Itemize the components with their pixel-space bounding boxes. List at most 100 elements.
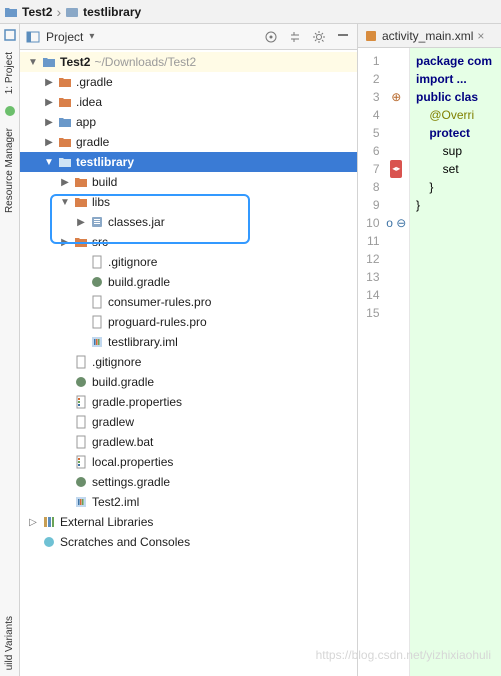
expand-arrow-icon[interactable]: ▼ xyxy=(44,157,54,168)
line-numbers: 123 456 789 101112 131415 xyxy=(358,48,384,676)
tree-item-label: consumer-rules.pro xyxy=(108,295,211,309)
editor-tabs: activity_main.xml × xyxy=(358,24,501,48)
tree-item-testlibrary-iml[interactable]: testlibrary.iml xyxy=(20,332,357,352)
tree-item-app[interactable]: ▶ app xyxy=(20,112,357,132)
override-marker-icon[interactable]: o ⊖ xyxy=(386,214,408,232)
project-panel-title[interactable]: Project xyxy=(46,30,83,44)
rail-tab-resource-manager[interactable]: Resource Manager xyxy=(2,122,17,219)
tree-item-path: ~/Downloads/Test2 xyxy=(94,55,196,69)
tree-item-label: gradle xyxy=(76,135,109,149)
expand-arrow-icon[interactable]: ▶ xyxy=(44,97,54,108)
main-area: 1: Project Resource Manager uild Variant… xyxy=(0,24,501,676)
folder-icon xyxy=(58,75,72,89)
tree-item-proguard-rules[interactable]: proguard-rules.pro xyxy=(20,312,357,332)
hide-panel-icon[interactable] xyxy=(335,29,351,45)
expand-fold-icon[interactable]: ⊕ xyxy=(386,88,408,106)
expand-arrow-icon[interactable]: ▼ xyxy=(60,197,70,208)
breadcrumb-root[interactable]: Test2 xyxy=(22,5,52,19)
folder-icon xyxy=(4,5,18,19)
tree-item-build[interactable]: ▶ build xyxy=(20,172,357,192)
tree-item-label: build.gradle xyxy=(92,375,154,389)
close-icon[interactable]: × xyxy=(477,29,484,43)
tab-activity-main[interactable]: activity_main.xml × xyxy=(364,29,484,43)
tree-item-label: testlibrary.iml xyxy=(108,335,178,349)
tree-root[interactable]: ▼ Test2 ~/Downloads/Test2 xyxy=(20,52,357,72)
tree-item-label: proguard-rules.pro xyxy=(108,315,207,329)
file-icon xyxy=(90,315,104,329)
tree-item-idea-dir[interactable]: ▶ .idea xyxy=(20,92,357,112)
expand-arrow-icon[interactable]: ▶ xyxy=(76,217,86,228)
editor-gutter: 123 456 789 101112 131415 ⊕ ◂▸ o ⊖ xyxy=(358,48,410,676)
expand-arrow-icon[interactable]: ▶ xyxy=(60,177,70,188)
project-icon[interactable] xyxy=(3,28,17,42)
libraries-icon xyxy=(42,515,56,529)
tree-item-build-gradle[interactable]: build.gradle xyxy=(20,272,357,292)
tree-item-local-properties[interactable]: local.properties xyxy=(20,452,357,472)
project-tree[interactable]: ▼ Test2 ~/Downloads/Test2 ▶ .gradle ▶ .i… xyxy=(20,50,357,676)
editor-body: 123 456 789 101112 131415 ⊕ ◂▸ o ⊖ packa… xyxy=(358,48,501,676)
scratches-icon xyxy=(42,535,56,549)
tree-item-settings-gradle[interactable]: settings.gradle xyxy=(20,472,357,492)
tree-item-label: local.properties xyxy=(92,455,173,469)
properties-file-icon xyxy=(74,395,88,409)
tree-item-gradle[interactable]: ▶ gradle xyxy=(20,132,357,152)
rail-tab-build-variants[interactable]: uild Variants xyxy=(2,610,17,676)
tree-item-label: build.gradle xyxy=(108,275,170,289)
project-panel-header: Project ▾ xyxy=(20,24,357,50)
file-icon xyxy=(74,355,88,369)
module-icon xyxy=(58,155,72,169)
expand-arrow-icon[interactable]: ▶ xyxy=(44,117,54,128)
tree-item-label: Scratches and Consoles xyxy=(60,535,190,549)
folder-icon xyxy=(74,195,88,209)
project-root-icon xyxy=(42,55,56,69)
resource-manager-icon[interactable] xyxy=(3,104,17,118)
folder-icon xyxy=(58,135,72,149)
tree-item-label: classes.jar xyxy=(108,215,165,229)
dropdown-arrow-icon[interactable]: ▾ xyxy=(89,31,94,42)
tree-item-gradle-dir[interactable]: ▶ .gradle xyxy=(20,72,357,92)
file-icon xyxy=(90,295,104,309)
tree-item-root-gitignore[interactable]: .gitignore xyxy=(20,352,357,372)
tree-item-label: gradlew xyxy=(92,415,134,429)
gear-icon[interactable] xyxy=(311,29,327,45)
expand-arrow-icon[interactable]: ▷ xyxy=(28,517,38,528)
expand-arrow-icon[interactable]: ▼ xyxy=(28,57,38,68)
tree-item-gradlew[interactable]: gradlew xyxy=(20,412,357,432)
gutter-marks: ⊕ ◂▸ o ⊖ xyxy=(384,48,410,676)
gradle-file-icon xyxy=(74,475,88,489)
tree-item-libs[interactable]: ▼ libs xyxy=(20,192,357,212)
collapse-all-icon[interactable] xyxy=(287,29,303,45)
left-tool-rail: 1: Project Resource Manager uild Variant… xyxy=(0,24,20,676)
tree-item-scratches[interactable]: Scratches and Consoles xyxy=(20,532,357,552)
rail-tab-project[interactable]: 1: Project xyxy=(2,46,17,100)
tree-item-src[interactable]: ▶ src xyxy=(20,232,357,252)
tree-item-consumer-rules[interactable]: consumer-rules.pro xyxy=(20,292,357,312)
tree-item-label: .gitignore xyxy=(92,355,141,369)
tree-item-label: app xyxy=(76,115,96,129)
tree-item-gitignore[interactable]: .gitignore xyxy=(20,252,357,272)
breadcrumb-child[interactable]: testlibrary xyxy=(83,5,141,19)
tree-item-external-libs[interactable]: ▷ External Libraries xyxy=(20,512,357,532)
error-marker-icon[interactable]: ◂▸ xyxy=(390,160,402,178)
module-icon xyxy=(58,115,72,129)
tree-item-gradle-properties[interactable]: gradle.properties xyxy=(20,392,357,412)
expand-arrow-icon[interactable]: ▶ xyxy=(60,237,70,248)
select-opened-file-icon[interactable] xyxy=(263,29,279,45)
tree-item-label: External Libraries xyxy=(60,515,153,529)
tree-item-classes-jar[interactable]: ▶ classes.jar xyxy=(20,212,357,232)
jar-icon xyxy=(90,215,104,229)
expand-arrow-icon[interactable]: ▶ xyxy=(44,77,54,88)
tree-item-test2-iml[interactable]: Test2.iml xyxy=(20,492,357,512)
editor-area: activity_main.xml × 123 456 789 101112 1… xyxy=(358,24,501,676)
tree-item-root-build-gradle[interactable]: build.gradle xyxy=(20,372,357,392)
tree-item-gradlew-bat[interactable]: gradlew.bat xyxy=(20,432,357,452)
tree-item-testlibrary[interactable]: ▼ testlibrary xyxy=(20,152,357,172)
iml-file-icon xyxy=(74,495,88,509)
module-icon xyxy=(65,5,79,19)
project-view-icon xyxy=(26,30,40,44)
code-area[interactable]: package com import ... public clas @Over… xyxy=(410,48,501,676)
tab-label: activity_main.xml xyxy=(382,29,473,43)
tree-item-label: testlibrary xyxy=(76,155,134,169)
tree-item-label: .gitignore xyxy=(108,255,157,269)
expand-arrow-icon[interactable]: ▶ xyxy=(44,137,54,148)
